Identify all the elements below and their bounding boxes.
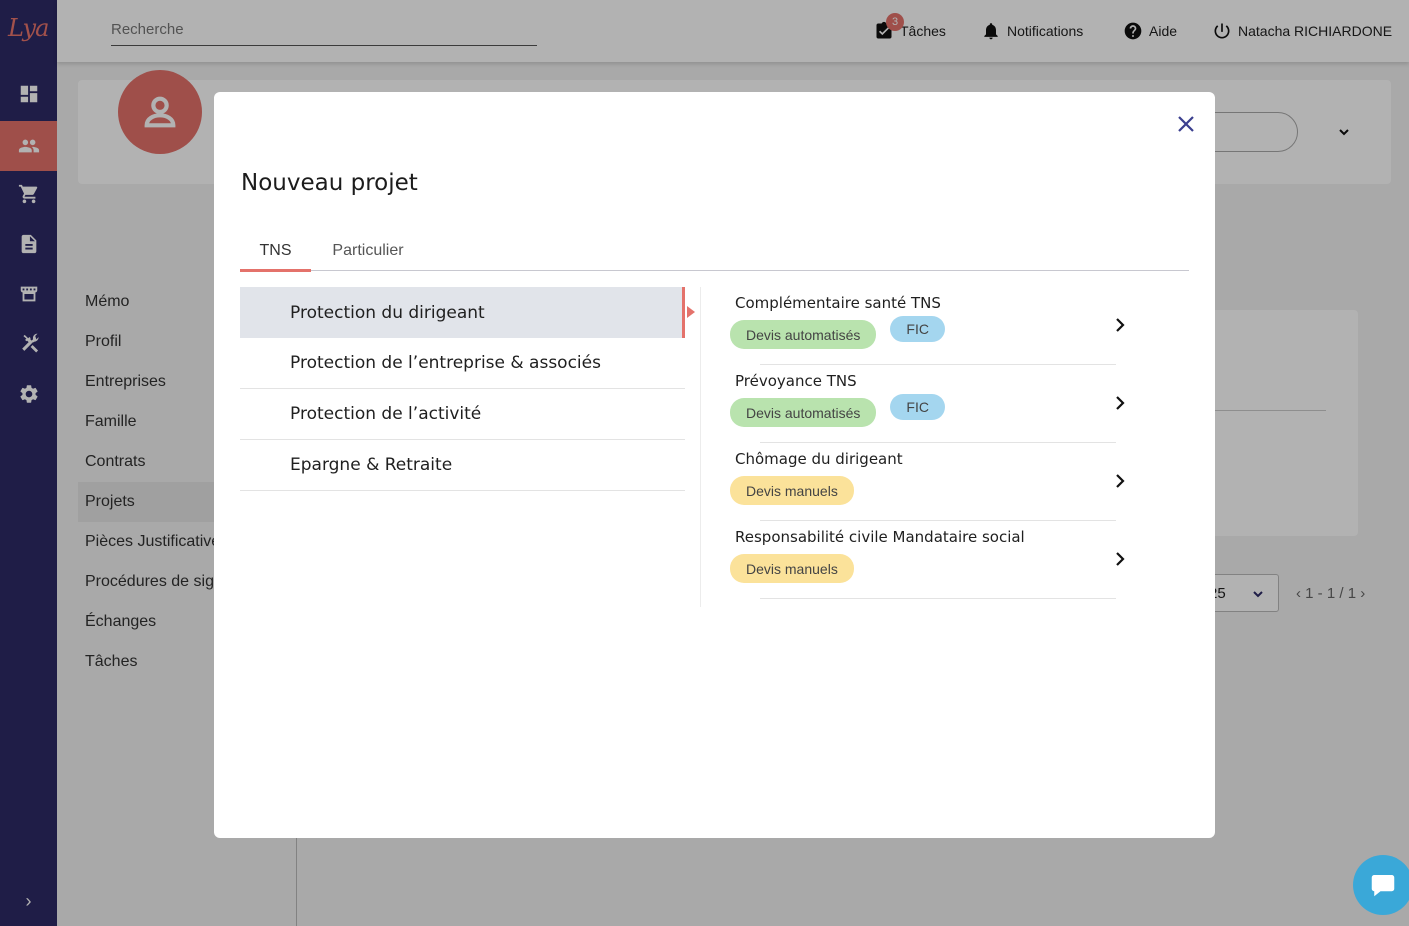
tab-particulier[interactable]: Particulier (323, 232, 413, 270)
category-label: Protection de l’entreprise & associés (290, 353, 601, 373)
divider (700, 287, 701, 607)
product-name: Prévoyance TNS (735, 372, 857, 390)
chevron-right-icon (1112, 473, 1128, 489)
tag-badge: Devis manuels (730, 476, 854, 505)
product-name: Responsabilité civile Mandataire social (735, 528, 1025, 546)
new-project-modal: Nouveau projet TNS Particulier Protectio… (214, 92, 1215, 838)
modal-tabs: TNS Particulier (240, 232, 1189, 272)
selection-pointer (687, 306, 695, 318)
category-protection-activite[interactable]: Protection de l’activité (240, 389, 685, 440)
chat-icon (1371, 875, 1395, 897)
close-button[interactable] (1176, 114, 1196, 134)
product-list: Complémentaire santé TNS Devis automatis… (730, 287, 1130, 599)
category-label: Epargne & Retraite (290, 455, 453, 475)
category-protection-dirigeant[interactable]: Protection du dirigeant (240, 287, 695, 338)
category-protection-entreprise[interactable]: Protection de l’entreprise & associés (240, 338, 685, 389)
tag-badge: Devis automatisés (730, 320, 877, 349)
chevron-right-icon (1112, 551, 1128, 567)
product-name: Chômage du dirigeant (735, 450, 903, 468)
product-item[interactable]: Prévoyance TNS Devis automatisés FIC (730, 365, 1130, 443)
product-name: Complémentaire santé TNS (735, 294, 941, 312)
category-epargne-retraite[interactable]: Epargne & Retraite (240, 440, 685, 491)
product-tags: Devis automatisés FIC (730, 394, 945, 427)
tag-badge: FIC (890, 316, 945, 342)
tab-tns[interactable]: TNS (240, 232, 311, 272)
chevron-right-icon (1112, 395, 1128, 411)
divider (760, 598, 1116, 599)
tag-badge: Devis manuels (730, 554, 854, 583)
product-tags: Devis manuels (730, 476, 854, 505)
category-label: Protection de l’activité (290, 404, 482, 424)
chat-button[interactable] (1353, 855, 1409, 915)
tag-badge: Devis automatisés (730, 398, 877, 427)
category-label: Protection du dirigeant (290, 302, 485, 323)
close-icon (1178, 116, 1194, 132)
chevron-right-icon (1112, 317, 1128, 333)
category-list: Protection du dirigeant Protection de l’… (240, 287, 695, 491)
product-tags: Devis automatisés FIC (730, 316, 945, 349)
product-item[interactable]: Responsabilité civile Mandataire social … (730, 521, 1130, 599)
tag-badge: FIC (890, 394, 945, 420)
product-tags: Devis manuels (730, 554, 854, 583)
product-item[interactable]: Chômage du dirigeant Devis manuels (730, 443, 1130, 521)
modal-title: Nouveau projet (241, 170, 418, 196)
product-item[interactable]: Complémentaire santé TNS Devis automatis… (730, 287, 1130, 365)
